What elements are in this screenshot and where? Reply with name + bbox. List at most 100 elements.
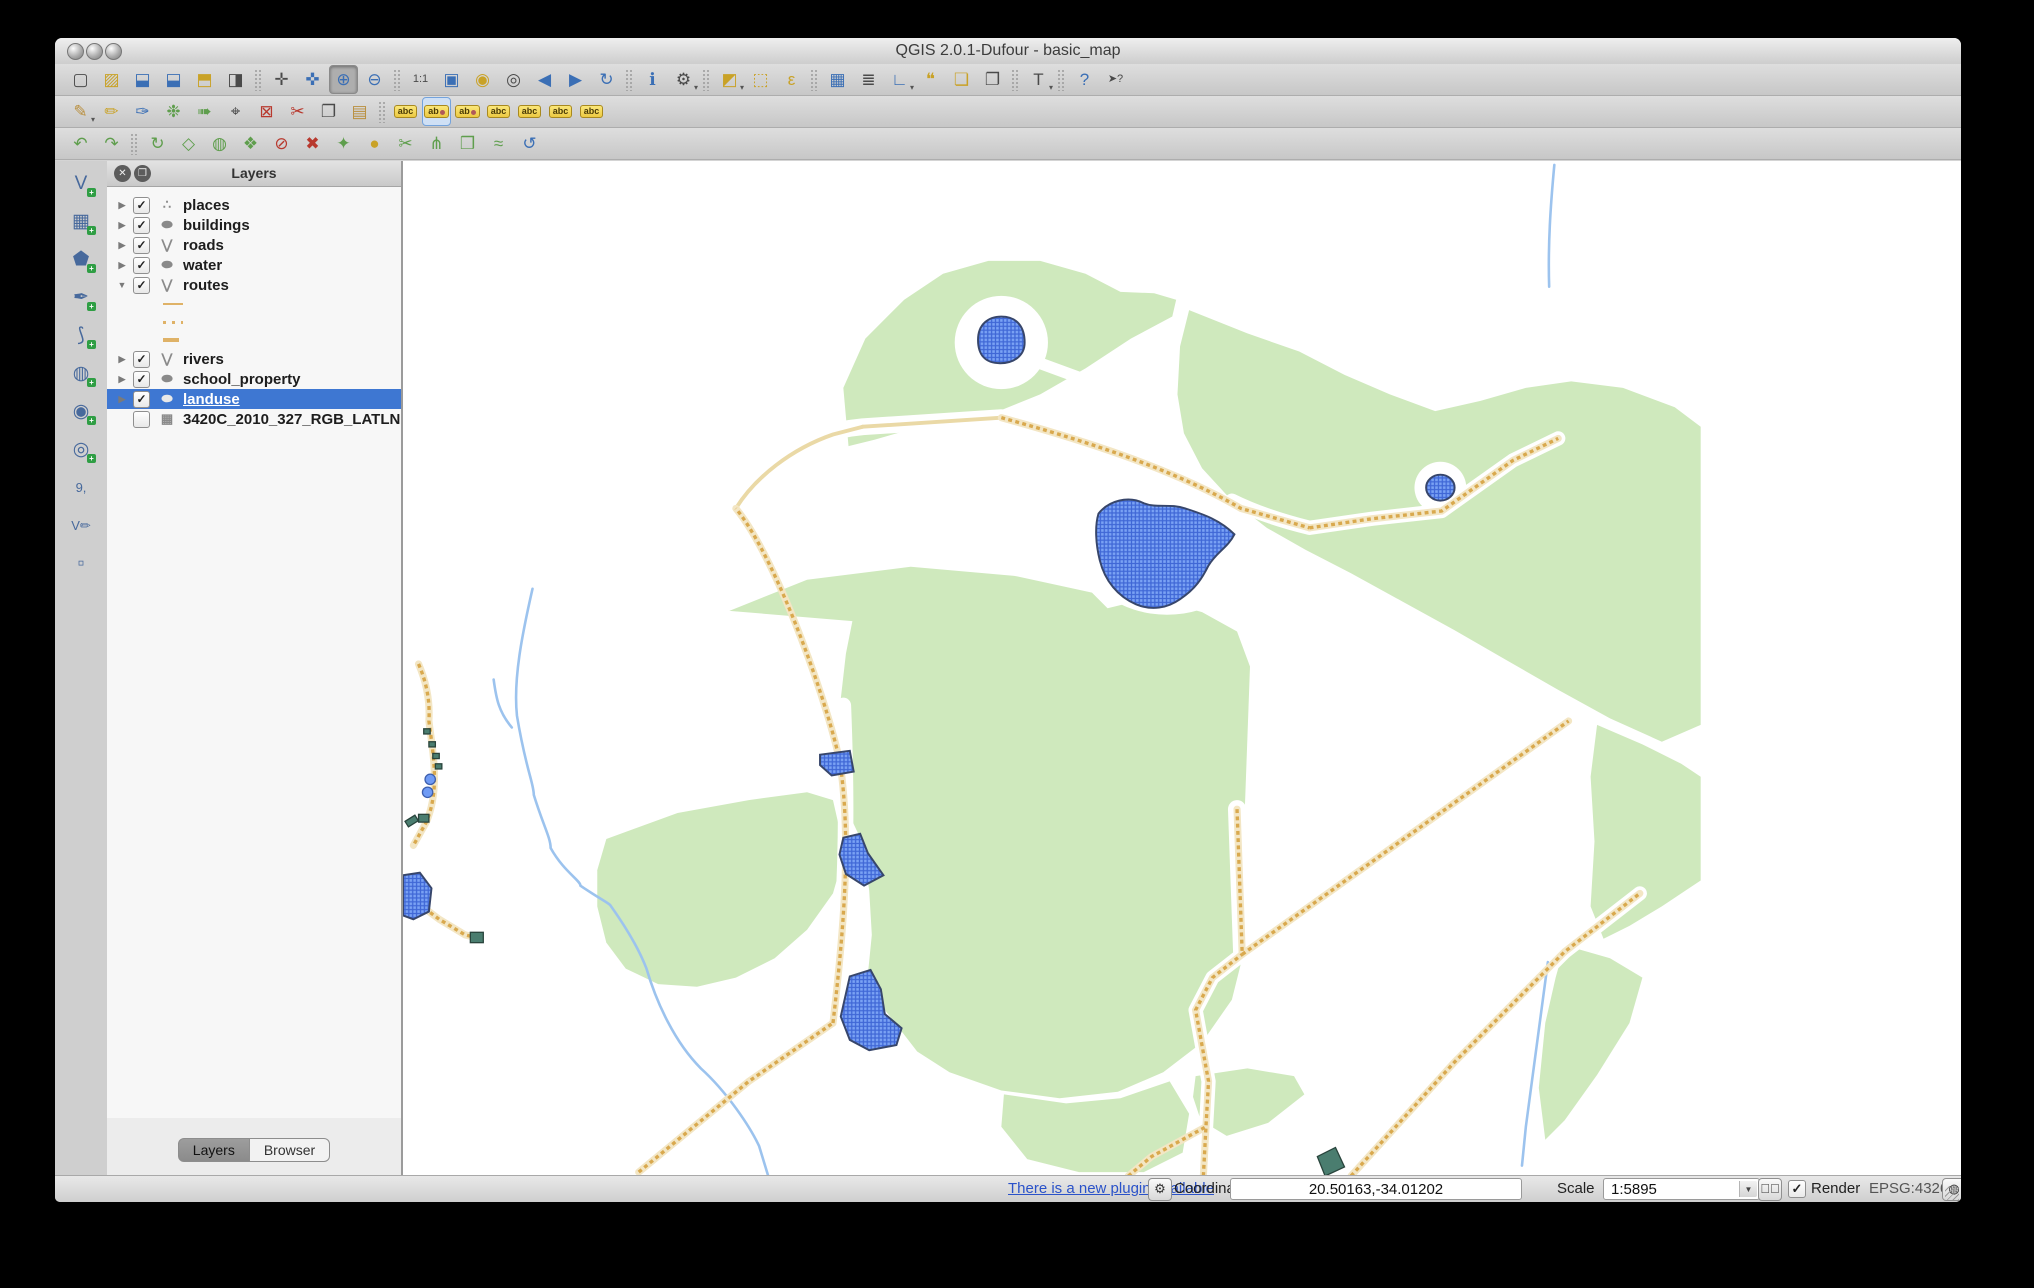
panel-tab-layers[interactable]: Layers bbox=[178, 1138, 250, 1162]
layer-item-routes[interactable]: ▼✓⋁routes bbox=[107, 275, 401, 295]
merge-features-icon[interactable]: ❒ bbox=[453, 129, 482, 158]
layer-item-landuse[interactable]: ▶✓⬬landuse bbox=[107, 389, 401, 409]
copy-features-icon[interactable]: ❐ bbox=[314, 97, 343, 126]
measure-icon[interactable]: ∟▾ bbox=[885, 65, 914, 94]
resize-grip[interactable] bbox=[1945, 1186, 1959, 1200]
layer-visibility-checkbox[interactable] bbox=[133, 411, 150, 428]
add-postgis-layer-icon[interactable]: ⬟+ bbox=[65, 243, 97, 275]
panel-tab-browser[interactable]: Browser bbox=[250, 1138, 330, 1162]
whats-this-icon[interactable]: ➤? bbox=[1101, 65, 1130, 94]
zoom-out-icon[interactable]: ⊖ bbox=[360, 65, 389, 94]
zoom-to-selection-icon[interactable]: ◉ bbox=[468, 65, 497, 94]
select-features-icon[interactable]: ◩▾ bbox=[715, 65, 744, 94]
dropdown-arrow-icon[interactable]: ▾ bbox=[1049, 83, 1053, 92]
cut-features-icon[interactable]: ✂ bbox=[283, 97, 312, 126]
open-attribute-table-icon[interactable]: ▦ bbox=[823, 65, 852, 94]
expand-arrow-icon[interactable]: ▶ bbox=[115, 394, 129, 405]
layer-visibility-checkbox[interactable]: ✓ bbox=[133, 217, 150, 234]
add-feature-icon[interactable]: ❉ bbox=[159, 97, 188, 126]
expand-arrow-icon[interactable]: ▶ bbox=[115, 260, 129, 271]
plugin-icon[interactable]: ⚙ bbox=[1148, 1178, 1172, 1201]
split-features-icon[interactable]: ✂ bbox=[391, 129, 420, 158]
move-feature-icon[interactable]: ➠ bbox=[190, 97, 219, 126]
zoom-native-icon[interactable]: 1:1 bbox=[406, 65, 435, 94]
delete-selected-icon[interactable]: ⊠ bbox=[252, 97, 281, 126]
zoom-next-icon[interactable]: ▶ bbox=[561, 65, 590, 94]
dropdown-arrow-icon[interactable]: ▾ bbox=[694, 83, 698, 92]
select-by-expression-icon[interactable]: ε bbox=[777, 65, 806, 94]
open-project-icon[interactable]: ▨ bbox=[97, 65, 126, 94]
layer-visibility-checkbox[interactable]: ✓ bbox=[133, 277, 150, 294]
pin-unpin-labels-icon[interactable]: ab bbox=[422, 97, 451, 126]
add-ring-icon[interactable]: ◍ bbox=[205, 129, 234, 158]
remove-layer-icon[interactable]: ▫ bbox=[65, 547, 97, 579]
identify-features-icon[interactable]: ℹ bbox=[638, 65, 667, 94]
new-print-composer-icon[interactable]: ⬒ bbox=[190, 65, 219, 94]
layer-item-school_property[interactable]: ▶✓⬬school_property bbox=[107, 369, 401, 389]
save-project-as-icon[interactable]: ⬓ bbox=[159, 65, 188, 94]
expand-arrow-icon[interactable]: ▶ bbox=[115, 374, 129, 385]
layer-visibility-checkbox[interactable]: ✓ bbox=[133, 391, 150, 408]
fill-ring-icon[interactable]: ● bbox=[360, 129, 389, 158]
show-bookmarks-icon[interactable]: ❐ bbox=[978, 65, 1007, 94]
reshape-features-icon[interactable]: ✦ bbox=[329, 129, 358, 158]
new-shapefile-layer-icon[interactable]: V✏ bbox=[65, 509, 97, 541]
move-label-icon[interactable]: abc bbox=[515, 97, 544, 126]
layer-visibility-checkbox[interactable]: ✓ bbox=[133, 197, 150, 214]
add-wcs-layer-icon[interactable]: ◉+ bbox=[65, 395, 97, 427]
statistical-summary-icon[interactable]: ≣ bbox=[854, 65, 883, 94]
add-spatialite-layer-icon[interactable]: ✒+ bbox=[65, 281, 97, 313]
run-feature-action-icon[interactable]: ⚙▾ bbox=[669, 65, 698, 94]
scale-combobox[interactable]: 1:5895 ▼ bbox=[1603, 1178, 1760, 1200]
split-parts-icon[interactable]: ⋔ bbox=[422, 129, 451, 158]
expand-arrow-icon[interactable]: ▶ bbox=[115, 354, 129, 365]
new-project-icon[interactable]: ▢ bbox=[66, 65, 95, 94]
expand-arrow-icon[interactable]: ▶ bbox=[115, 240, 129, 251]
dropdown-arrow-icon[interactable]: ▾ bbox=[91, 115, 95, 124]
add-delimited-text-layer-icon[interactable]: 9, bbox=[65, 471, 97, 503]
pan-to-selection-icon[interactable]: ✜ bbox=[298, 65, 327, 94]
delete-part-icon[interactable]: ✖ bbox=[298, 129, 327, 158]
map-canvas[interactable] bbox=[403, 161, 1961, 1176]
zoom-in-icon[interactable]: ⊕ bbox=[329, 65, 358, 94]
delete-ring-icon[interactable]: ⊘ bbox=[267, 129, 296, 158]
layer-item-rivers[interactable]: ▶✓⋁rivers bbox=[107, 349, 401, 369]
dropdown-arrow-icon[interactable]: ▾ bbox=[910, 83, 914, 92]
current-edits-icon[interactable]: ✎▾ bbox=[66, 97, 95, 126]
deselect-features-icon[interactable]: ⬚ bbox=[746, 65, 775, 94]
add-wms-layer-icon[interactable]: ◍+ bbox=[65, 357, 97, 389]
composer-manager-icon[interactable]: ◨ bbox=[221, 65, 250, 94]
dropdown-arrow-icon[interactable]: ▾ bbox=[740, 83, 744, 92]
layer-visibility-checkbox[interactable]: ✓ bbox=[133, 237, 150, 254]
stop-rendering-icon[interactable]: ✏⃠ bbox=[1758, 1178, 1782, 1201]
undo-icon[interactable]: ↶ bbox=[66, 129, 95, 158]
redo-icon[interactable]: ↷ bbox=[97, 129, 126, 158]
expand-arrow-icon[interactable]: ▶ bbox=[115, 220, 129, 231]
layer-labeling-options-icon[interactable]: abc bbox=[391, 97, 420, 126]
save-layer-edits-icon[interactable]: ✑ bbox=[128, 97, 157, 126]
expand-arrow-icon[interactable]: ▶ bbox=[115, 200, 129, 211]
highlight-pinned-labels-icon[interactable]: ab bbox=[453, 97, 482, 126]
layer-item-water[interactable]: ▶✓⬬water bbox=[107, 255, 401, 275]
save-project-icon[interactable]: ⬓ bbox=[128, 65, 157, 94]
add-vector-layer-icon[interactable]: V+ bbox=[65, 167, 97, 199]
zoom-to-layer-icon[interactable]: ◎ bbox=[499, 65, 528, 94]
layer-visibility-checkbox[interactable]: ✓ bbox=[133, 257, 150, 274]
layer-visibility-checkbox[interactable]: ✓ bbox=[133, 371, 150, 388]
text-annotation-icon[interactable]: T▾ bbox=[1024, 65, 1053, 94]
layer-visibility-checkbox[interactable]: ✓ bbox=[133, 351, 150, 368]
refresh-map-icon[interactable]: ↻ bbox=[592, 65, 621, 94]
layer-item-roads[interactable]: ▶✓⋁roads bbox=[107, 235, 401, 255]
render-checkbox[interactable]: ✓ bbox=[1788, 1180, 1806, 1198]
expand-arrow-icon[interactable]: ▼ bbox=[115, 280, 129, 290]
add-wfs-layer-icon[interactable]: ◎+ bbox=[65, 433, 97, 465]
map-tips-icon[interactable]: ❝ bbox=[916, 65, 945, 94]
zoom-last-icon[interactable]: ◀ bbox=[530, 65, 559, 94]
chevron-down-icon[interactable]: ▼ bbox=[1739, 1181, 1757, 1197]
help-contents-icon[interactable]: ? bbox=[1070, 65, 1099, 94]
new-bookmark-icon[interactable]: ❏ bbox=[947, 65, 976, 94]
simplify-feature-icon[interactable]: ◇ bbox=[174, 129, 203, 158]
pan-map-icon[interactable]: ✛ bbox=[267, 65, 296, 94]
add-mssql-layer-icon[interactable]: ⟆+ bbox=[65, 319, 97, 351]
node-tool-icon[interactable]: ⌖ bbox=[221, 97, 250, 126]
